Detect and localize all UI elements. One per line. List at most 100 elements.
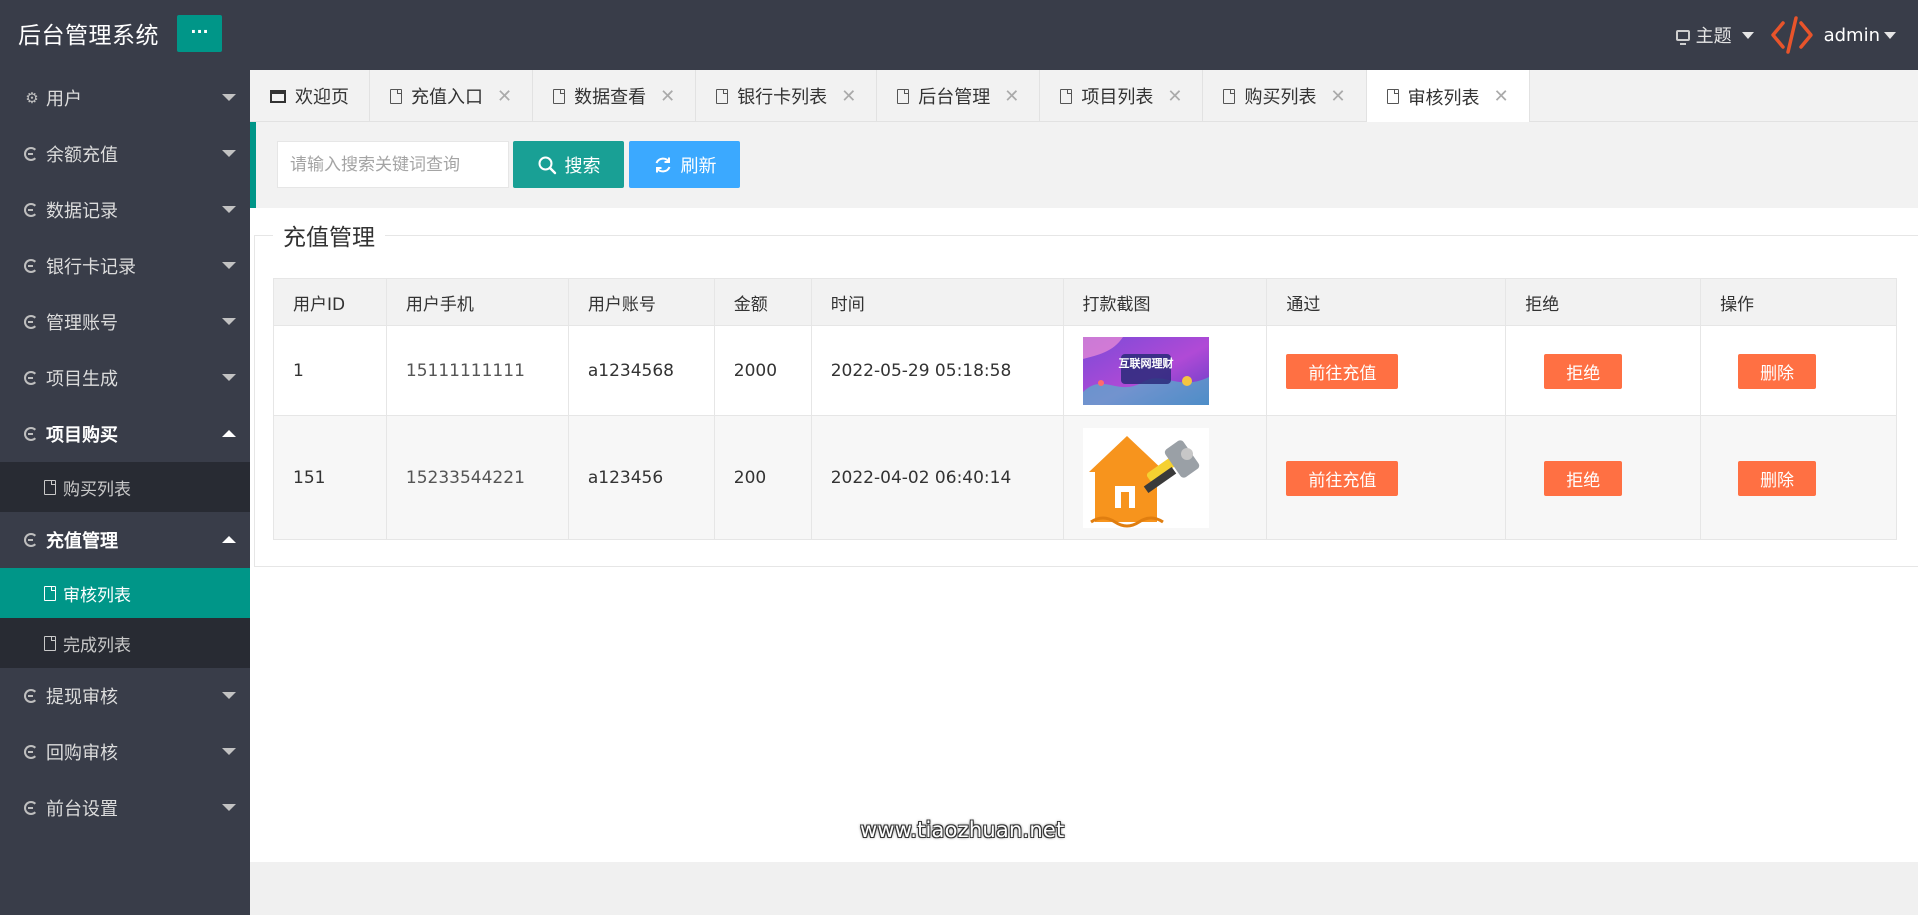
table-row: 151 15233544221 a123456 200 2022-04-02 0… [273, 415, 1897, 540]
close-icon[interactable]: ✕ [497, 86, 512, 107]
caret-down-icon [222, 262, 236, 269]
sidebar-subitem-review-list[interactable]: 审核列表 [0, 568, 250, 618]
document-icon [390, 88, 402, 104]
caret-down-icon [222, 692, 236, 699]
close-icon[interactable]: ✕ [1330, 86, 1345, 107]
refresh-icon [24, 801, 38, 815]
tab-label: 充值入口 [411, 87, 483, 108]
go-recharge-button[interactable]: 前往充值 [1286, 460, 1399, 496]
tab-data-view[interactable]: 数据查看 ✕ [533, 70, 697, 122]
toggle-menu-button[interactable]: ··· [177, 15, 222, 52]
theme-label: 主题 [1695, 26, 1732, 47]
sidebar-item-recharge-management[interactable]: 充值管理 [0, 512, 250, 568]
col-amount: 金额 [713, 278, 812, 326]
cell-amount: 2000 [713, 325, 812, 416]
sidebar-item-label: 提现审核 [46, 687, 118, 708]
toolbar-accent [250, 122, 256, 208]
search-input[interactable] [277, 141, 509, 188]
sidebar-item-label: 管理账号 [46, 313, 118, 334]
refresh-button-label: 刷新 [680, 155, 717, 177]
sidebar-item-bank-card-records[interactable]: 银行卡记录 [0, 238, 250, 294]
sidebar-item-project-generate[interactable]: 项目生成 [0, 350, 250, 406]
tab-welcome[interactable]: 欢迎页 [250, 70, 370, 122]
caret-down-icon [222, 94, 236, 101]
document-icon [1386, 89, 1399, 104]
sidebar-item-data-records[interactable]: 数据记录 [0, 182, 250, 238]
payment-screenshot-image[interactable] [1082, 427, 1209, 528]
tab-label: 欢迎页 [295, 87, 349, 108]
cell-user-id: 151 [273, 415, 387, 540]
tab-review-list[interactable]: 审核列表 ✕ [1366, 70, 1530, 123]
tab-label: 项目列表 [1081, 87, 1154, 108]
cell-time: 2022-04-02 06:40:14 [810, 415, 1064, 540]
delete-button[interactable]: 删除 [1738, 460, 1817, 496]
sidebar: ⚙ 用户 余额充值 数据记录 银行卡记录 管理账号 项目生成 项目购买 购买列表 [0, 70, 250, 915]
col-user-id: 用户ID [273, 278, 387, 326]
close-icon[interactable]: ✕ [1167, 86, 1182, 107]
sidebar-item-label: 余额充值 [46, 145, 118, 166]
go-recharge-button[interactable]: 前往充值 [1286, 353, 1399, 389]
sidebar-item-project-purchase[interactable]: 项目购买 [0, 406, 250, 462]
col-time: 时间 [810, 278, 1064, 326]
tab-recharge-entry[interactable]: 充值入口 ✕ [370, 70, 534, 122]
refresh-icon [24, 371, 38, 385]
document-icon [897, 88, 910, 104]
caret-down-icon [222, 150, 236, 157]
cell-approve: 前往充值 [1266, 415, 1507, 540]
cell-reject: 拒绝 [1505, 415, 1702, 540]
tab-bar: 欢迎页 充值入口 ✕ 数据查看 ✕ 银行卡列表 ✕ 后台管理 ✕ 项目列表 ✕ … [250, 70, 1918, 123]
reject-button[interactable]: 拒绝 [1544, 353, 1623, 389]
sidebar-subitem-purchase-list[interactable]: 购买列表 [0, 462, 250, 512]
section-title: 充值管理 [273, 218, 385, 252]
table-header-row: 用户ID 用户手机 用户账号 金额 时间 打款截图 通过 拒绝 操作 [273, 278, 1897, 326]
close-icon[interactable]: ✕ [1494, 86, 1509, 107]
cell-time: 2022-05-29 05:18:58 [810, 325, 1064, 416]
close-icon[interactable]: ✕ [660, 86, 675, 107]
close-icon[interactable]: ✕ [841, 86, 856, 107]
cell-user-id: 1 [273, 325, 387, 416]
search-toolbar: 搜索 刷新 [250, 122, 1918, 208]
col-payment-screenshot: 打款截图 [1062, 278, 1268, 326]
cell-user-account: a1234568 [567, 325, 715, 416]
delete-button[interactable]: 删除 [1738, 353, 1817, 389]
caret-down-icon [222, 318, 236, 325]
tab-purchase-list[interactable]: 购买列表 ✕ [1203, 70, 1367, 122]
refresh-button[interactable]: 刷新 [629, 141, 740, 188]
tab-label: 审核列表 [1407, 87, 1480, 109]
tab-project-list[interactable]: 项目列表 ✕ [1040, 70, 1204, 122]
search-icon [538, 156, 556, 174]
search-button[interactable]: 搜索 [513, 141, 624, 188]
payment-screenshot-image[interactable]: 互联网理财 [1082, 336, 1209, 405]
sidebar-item-users[interactable]: ⚙ 用户 [0, 70, 250, 126]
sidebar-item-admin-accounts[interactable]: 管理账号 [0, 294, 250, 350]
cell-amount: 200 [713, 415, 812, 540]
col-approve: 通过 [1266, 278, 1507, 326]
sidebar-item-label: 银行卡记录 [46, 257, 136, 278]
close-icon[interactable]: ✕ [1004, 86, 1019, 107]
caret-down-icon [1741, 31, 1754, 39]
document-icon [553, 88, 566, 104]
cell-payment-screenshot: 互联网理财 [1062, 325, 1268, 416]
sidebar-item-buyback-review[interactable]: 回购审核 [0, 724, 250, 780]
theme-menu[interactable]: 主题 [1675, 22, 1754, 48]
sidebar-item-withdraw-review[interactable]: 提现审核 [0, 668, 250, 724]
sidebar-subitem-label: 购买列表 [63, 479, 131, 500]
sidebar-item-label: 前台设置 [46, 799, 118, 820]
tab-backend-management[interactable]: 后台管理 ✕ [877, 70, 1041, 122]
code-logo-icon [1770, 16, 1813, 54]
tab-bank-card-list[interactable]: 银行卡列表 ✕ [696, 70, 878, 122]
sidebar-subitem-completed-list[interactable]: 完成列表 [0, 618, 250, 668]
sidebar-item-balance-recharge[interactable]: 余额充值 [0, 126, 250, 182]
reject-button[interactable]: 拒绝 [1544, 460, 1623, 496]
top-header: 后台管理系统 ··· 主题 admin [0, 0, 1918, 70]
refresh-icon [24, 259, 38, 273]
admin-user-menu[interactable]: admin [1824, 25, 1896, 46]
sidebar-item-frontend-settings[interactable]: 前台设置 [0, 780, 250, 836]
tab-label: 银行卡列表 [737, 87, 828, 108]
col-user-phone: 用户手机 [385, 278, 569, 326]
refresh-icon [24, 315, 38, 329]
window-icon [270, 89, 286, 103]
document-icon [1223, 88, 1236, 104]
search-button-label: 搜索 [564, 155, 601, 177]
document-icon [44, 585, 56, 601]
